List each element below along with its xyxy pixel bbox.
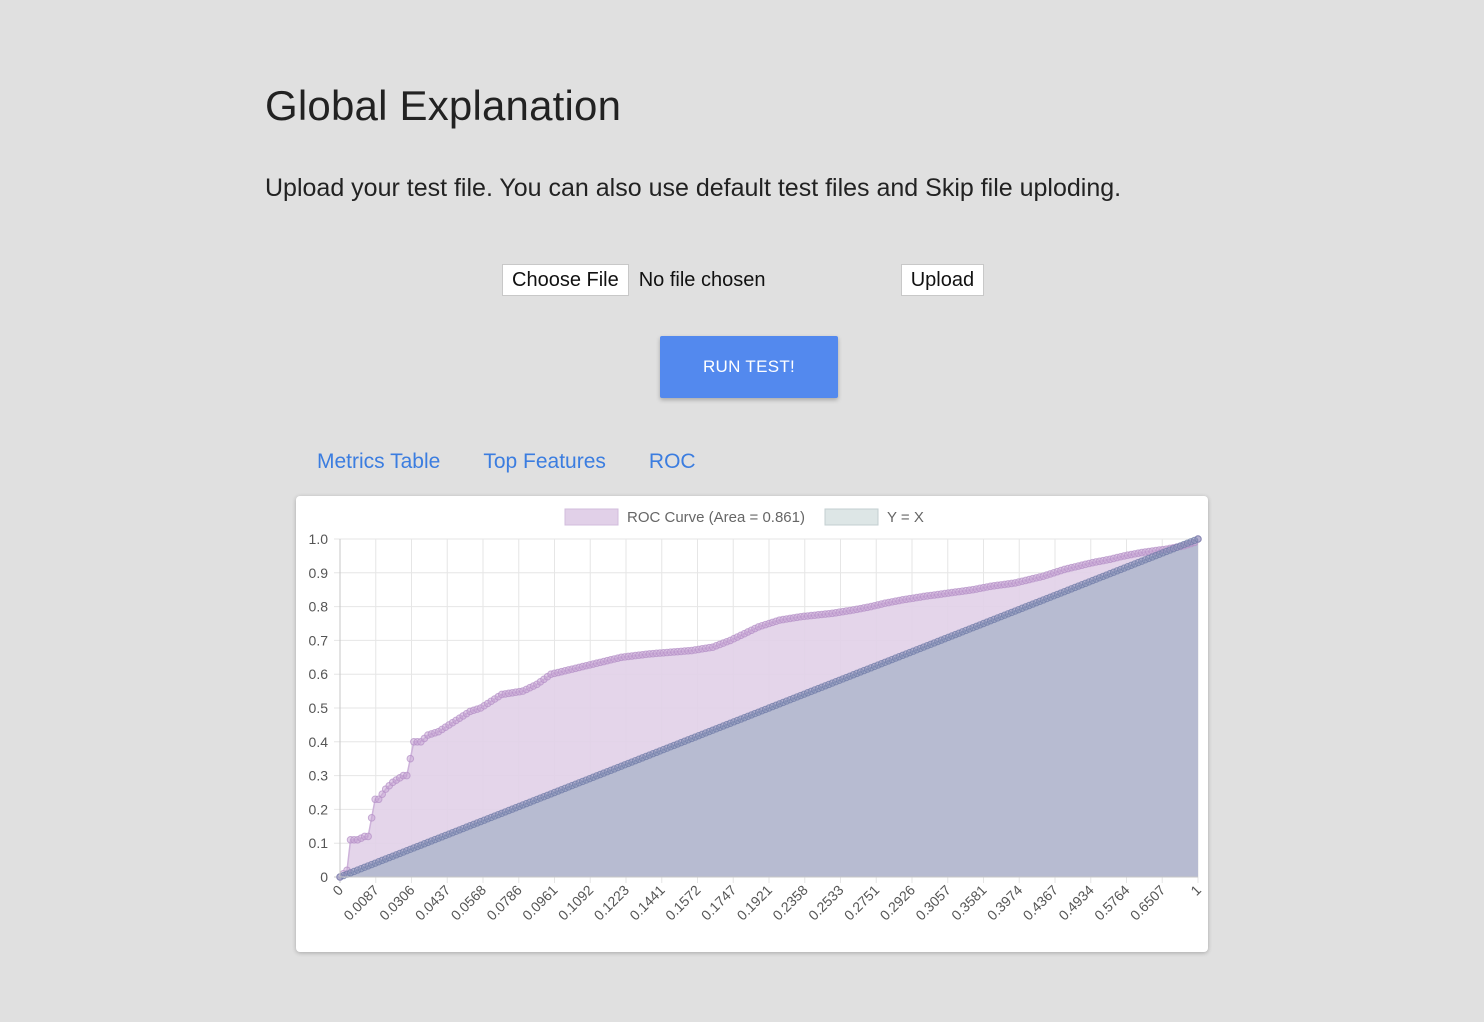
x-tick-label: 0.0437 <box>412 882 454 924</box>
x-tick-label: 0.0087 <box>340 882 382 924</box>
y-tick-label: 0.4 <box>309 734 329 750</box>
y-tick-label: 1.0 <box>309 531 329 547</box>
x-tick-label: 0.3581 <box>948 882 990 924</box>
choose-file-button[interactable]: Choose File <box>502 264 629 296</box>
x-tick-label: 0.2533 <box>805 882 847 924</box>
file-name-label: No file chosen <box>638 268 766 291</box>
y-tick-label: 0.2 <box>309 801 329 817</box>
x-tick-label: 0.1747 <box>698 882 740 924</box>
legend-swatch-yx[interactable] <box>824 508 879 526</box>
x-tick-label: 0.2926 <box>877 882 919 924</box>
x-tick-label: 0.2358 <box>769 882 811 924</box>
x-tick-label: 0.1441 <box>626 882 668 924</box>
page-title: Global Explanation <box>265 82 622 129</box>
x-tick-label: 0.5764 <box>1091 882 1133 924</box>
roc-point[interactable] <box>403 771 411 780</box>
x-tick-label: 0.6507 <box>1127 882 1169 924</box>
x-tick-label: 0.4934 <box>1055 882 1097 924</box>
y-tick-label: 0.5 <box>309 700 329 716</box>
tab-metrics-table[interactable]: Metrics Table <box>317 450 440 474</box>
roc-chart: ROC Curve (Area = 0.861) Y = X 0 0.1 0.2 0.… <box>309 508 1204 924</box>
y-tick-label: 0.3 <box>309 768 329 784</box>
x-tick-label: 0.1223 <box>591 882 633 924</box>
x-tick-label: 0 <box>329 882 346 899</box>
y-tick-label: 0.9 <box>309 565 329 581</box>
y-tick-label: 0 <box>320 869 328 885</box>
roc-point[interactable] <box>364 832 372 841</box>
x-tick-label: 0.1921 <box>734 882 776 924</box>
y-tick-label: 0.6 <box>309 666 329 682</box>
tab-roc[interactable]: ROC <box>649 450 696 474</box>
y-tick-label: 0.1 <box>309 835 329 851</box>
roc-point[interactable] <box>406 754 415 763</box>
tab-top-features[interactable]: Top Features <box>483 450 606 474</box>
x-tick-label: 0.3974 <box>984 882 1026 924</box>
x-tick-label: 1 <box>1187 882 1204 899</box>
run-test-button[interactable]: RUN TEST! <box>660 336 838 398</box>
legend-label-yx: Y = X <box>887 509 924 526</box>
y-tick-label: 0.8 <box>309 599 329 615</box>
x-tick-label: 0.1092 <box>555 882 597 924</box>
x-tick-label: 0.0568 <box>448 882 490 924</box>
x-tick-label: 0.3057 <box>912 882 954 924</box>
roc-point[interactable] <box>367 814 376 822</box>
x-tick-label: 0.0961 <box>519 882 561 924</box>
y-tick-label: 0.7 <box>309 632 329 648</box>
x-tick-label: 0.0306 <box>376 882 418 924</box>
legend-label-roc: ROC Curve (Area = 0.861) <box>627 509 805 526</box>
x-tick-label: 0.4367 <box>1020 882 1062 924</box>
file-upload-row: Choose File No file chosen Upload <box>502 263 985 297</box>
upload-button[interactable]: Upload <box>900 264 985 296</box>
y-equals-x-point[interactable] <box>1194 535 1202 543</box>
x-tick-label: 0.1572 <box>662 882 704 924</box>
x-tick-label: 0.2751 <box>841 882 883 924</box>
x-tick-label: 0.0786 <box>483 882 525 924</box>
chart-legend: ROC Curve (Area = 0.861) Y = X <box>564 508 924 526</box>
roc-chart-card: ROC Curve (Area = 0.861) Y = X 0 0.1 0.2 0.… <box>296 496 1208 952</box>
result-tabs: Metrics Table Top Features ROC <box>317 450 739 474</box>
page-subtitle: Upload your test file. You can also use … <box>265 174 1122 202</box>
legend-swatch-roc[interactable] <box>564 508 619 526</box>
